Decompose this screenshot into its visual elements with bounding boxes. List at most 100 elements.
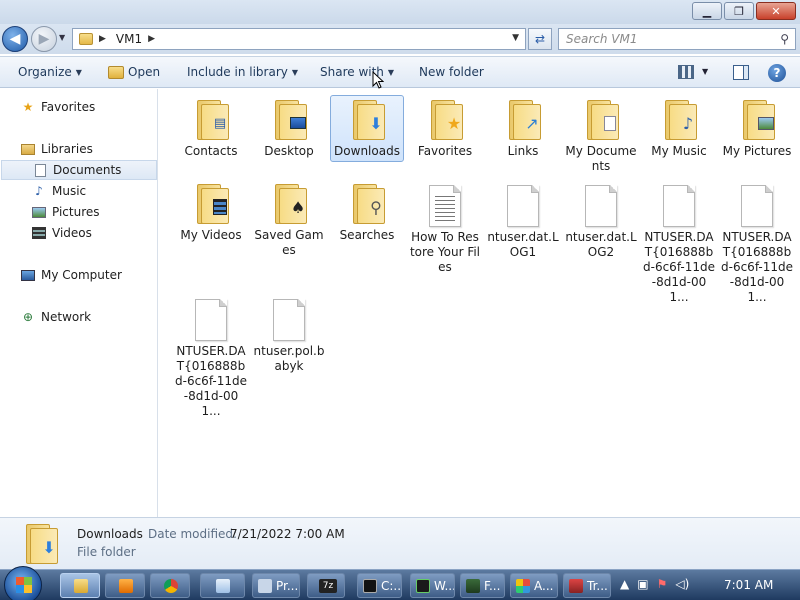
details-pane: ⬇ Downloads Date modified: 7/21/2022 7:0… — [0, 517, 800, 569]
taskbar-notepad[interactable] — [200, 573, 245, 598]
downloads-folder-icon: ⬇ — [345, 98, 389, 142]
nav-videos[interactable]: Videos — [31, 223, 92, 243]
file-item-label: Contacts — [184, 144, 238, 158]
program-window-icon — [258, 578, 272, 593]
change-view-icon[interactable] — [678, 65, 694, 79]
taskbar-program-tr[interactable]: Tr... — [563, 573, 611, 598]
file-item-ntuser-log2[interactable]: ntuser.dat.LOG2 — [562, 181, 640, 263]
new-folder-button[interactable]: New folder — [419, 65, 484, 79]
taskbar-7zip[interactable]: 7z — [307, 573, 345, 598]
network-status-icon[interactable]: ▣ — [637, 577, 648, 591]
address-bar[interactable]: ▶ VM1 ▶ ▼ — [72, 28, 526, 50]
preview-pane-icon[interactable] — [733, 65, 749, 80]
file-item-searches[interactable]: ⚲ Searches — [328, 179, 406, 246]
taskbar-explorer[interactable] — [60, 573, 100, 598]
help-icon[interactable]: ? — [768, 64, 786, 82]
maximize-button[interactable]: ❐ — [724, 2, 754, 20]
taskbar-chrome[interactable] — [150, 573, 190, 598]
show-hidden-icons-icon[interactable]: ▲ — [620, 577, 629, 591]
taskbar-c-label: C:... — [381, 578, 402, 593]
file-item-links[interactable]: ↗ Links — [484, 95, 562, 162]
documents-icon — [32, 163, 48, 177]
file-item-label: Links — [507, 144, 539, 158]
nav-music[interactable]: ♪ Music — [31, 181, 86, 201]
caret-down-icon: ▼ — [291, 67, 299, 77]
action-center-warning-icon[interactable]: ⚑ — [657, 577, 668, 591]
clock[interactable]: 7:01 AM — [724, 578, 773, 592]
address-history-dropdown-icon[interactable]: ▼ — [512, 33, 519, 43]
file-item-downloads[interactable]: ⬇ Downloads — [328, 95, 406, 162]
breadcrumb-separator-icon[interactable]: ▶ — [99, 34, 106, 44]
details-date-key: Date modified: — [148, 527, 238, 541]
nav-music-label: Music — [52, 184, 87, 198]
film-icon — [31, 226, 47, 240]
file-item-ntuser-pol-babyk[interactable]: ntuser.pol.babyk — [250, 295, 328, 377]
file-item-label: My Videos — [180, 228, 242, 242]
start-button[interactable] — [4, 566, 42, 600]
view-options-dropdown-icon[interactable]: ▼ — [702, 67, 708, 76]
taskbar-media-player[interactable] — [105, 573, 145, 598]
back-button[interactable]: ◀ — [2, 26, 28, 52]
file-item-label: ntuser.dat.LOG1 — [487, 230, 559, 259]
search-input[interactable]: Search VM1 ⚲ — [558, 28, 796, 50]
nav-pictures-label: Pictures — [52, 205, 100, 219]
file-item-ntuser-dat-3[interactable]: NTUSER.DAT{016888bd-6c6f-11de-8d1d-001..… — [172, 295, 250, 422]
file-item-my-documents[interactable]: My Documents — [562, 95, 640, 177]
nav-pictures[interactable]: Pictures — [31, 202, 100, 222]
file-item-label: Searches — [339, 228, 395, 242]
nav-my-computer[interactable]: My Computer — [20, 265, 122, 285]
taskbar-program-w[interactable]: W... — [410, 573, 455, 598]
taskbar-program-a[interactable]: A... — [510, 573, 558, 598]
file-item-favorites[interactable]: ★ Favorites — [406, 95, 484, 162]
breadcrumb-vm1[interactable]: VM1 — [116, 32, 142, 46]
videos-folder-icon — [189, 182, 233, 226]
taskbar-a-label: A... — [534, 578, 554, 593]
media-player-icon — [119, 578, 133, 593]
forward-button[interactable]: ▶ — [31, 26, 57, 52]
nav-videos-label: Videos — [52, 226, 92, 240]
nav-favorites[interactable]: ★ Favorites — [20, 97, 96, 117]
file-item-saved-games[interactable]: ♠ Saved Games — [250, 179, 328, 261]
file-item-label: My Music — [651, 144, 707, 158]
nav-documents[interactable]: Documents — [1, 160, 157, 180]
file-item-my-music[interactable]: ♪ My Music — [640, 95, 718, 162]
grid-app-icon — [516, 578, 530, 593]
taskbar-w-label: W... — [434, 578, 455, 593]
include-in-library-button[interactable]: Include in library ▼ — [187, 65, 298, 79]
nav-favorites-label: Favorites — [41, 100, 96, 114]
volume-icon[interactable]: ◁) — [675, 577, 689, 591]
file-item-ntuser-log1[interactable]: ntuser.dat.LOG1 — [484, 181, 562, 263]
caret-down-icon: ▼ — [387, 67, 395, 77]
file-item-label: ntuser.pol.babyk — [253, 344, 325, 373]
pictures-icon — [31, 205, 47, 219]
file-item-how-to-restore[interactable]: How To Restore Your Files — [406, 181, 484, 278]
file-item-my-videos[interactable]: My Videos — [172, 179, 250, 246]
search-icon[interactable]: ⚲ — [780, 32, 789, 46]
navigation-pane: ★ Favorites Libraries Documents ♪ Music … — [0, 89, 158, 517]
close-button[interactable]: ✕ — [756, 2, 796, 20]
contacts-folder-icon: ▤ — [189, 98, 233, 142]
file-item-desktop[interactable]: Desktop — [250, 95, 328, 162]
notepad-icon — [216, 578, 230, 593]
open-button[interactable]: Open — [108, 65, 160, 79]
taskbar-command-prompt[interactable]: C:... — [357, 573, 402, 598]
file-item-my-pictures[interactable]: My Pictures — [718, 95, 796, 162]
nav-network[interactable]: ⊕ Network — [20, 307, 91, 327]
details-name: Downloads — [77, 527, 143, 541]
file-item-contacts[interactable]: ▤ Contacts — [172, 95, 250, 162]
file-item-ntuser-dat-2[interactable]: NTUSER.DAT{016888bd-6c6f-11de-8d1d-001..… — [718, 181, 796, 308]
taskbar-program-f[interactable]: F... — [460, 573, 505, 598]
mouse-pointer-icon — [372, 71, 384, 89]
file-item-label: Desktop — [264, 144, 314, 158]
file-item-label: Downloads — [334, 144, 400, 158]
taskbar-program-pr[interactable]: Pr... — [252, 573, 300, 598]
minimize-button[interactable]: ▁ — [692, 2, 722, 20]
file-item-ntuser-dat-1[interactable]: NTUSER.DAT{016888bd-6c6f-11de-8d1d-001..… — [640, 181, 718, 308]
recent-pages-dropdown[interactable]: ▼ — [59, 33, 65, 42]
searches-folder-icon: ⚲ — [345, 182, 389, 226]
organize-button[interactable]: Organize ▼ — [18, 65, 82, 79]
nav-libraries[interactable]: Libraries — [20, 139, 93, 159]
refresh-button[interactable]: ⇄ — [528, 28, 552, 50]
star-icon: ★ — [22, 100, 34, 114]
breadcrumb-separator-icon[interactable]: ▶ — [148, 34, 155, 44]
